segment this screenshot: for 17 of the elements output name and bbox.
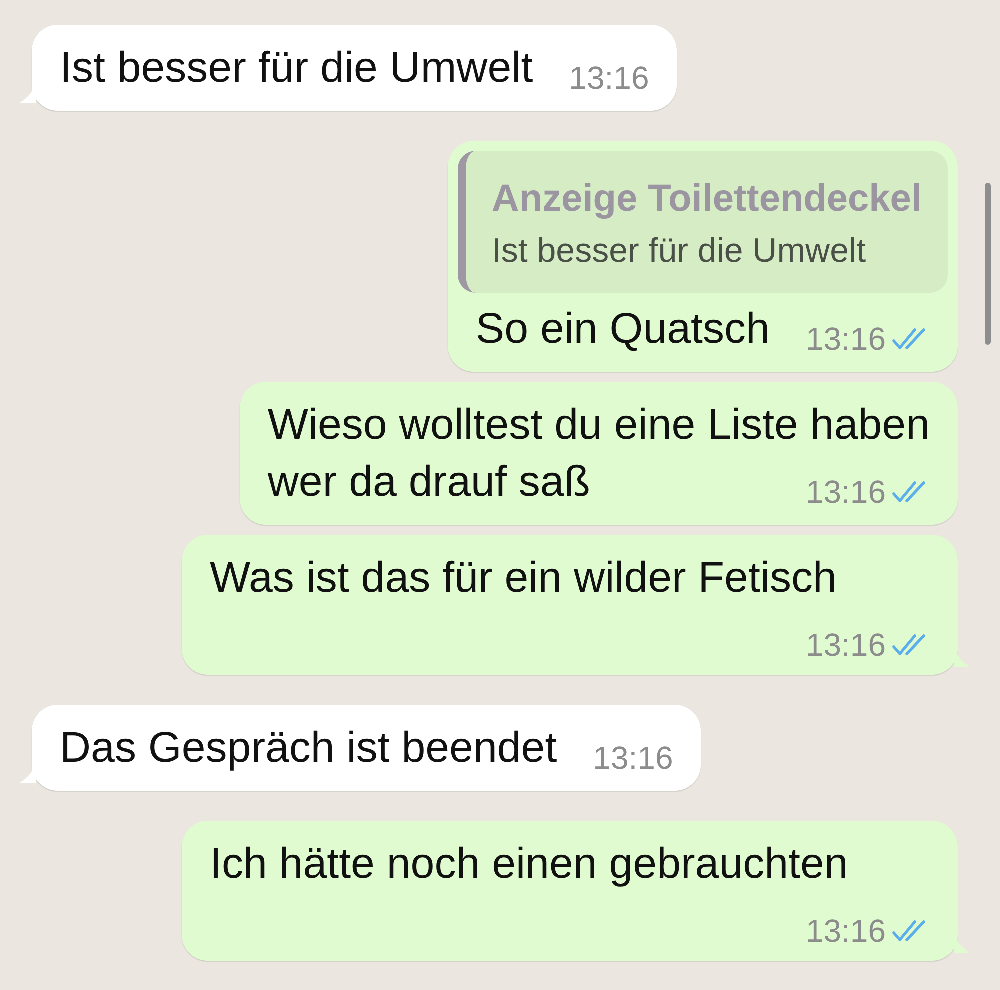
message-time: 13:16: [806, 623, 930, 667]
message-time: 13:16: [806, 470, 930, 514]
message-time: 13:16: [806, 317, 930, 361]
message-time: 13:16: [806, 909, 930, 953]
message-text: Ich hätte noch einen gebrauchten: [210, 840, 848, 888]
message-text: Das Gespräch ist beendet: [60, 724, 558, 772]
message-text: Ist besser für die Umwelt: [60, 44, 534, 92]
message-text: Wieso wolltest du eine Liste haben: [268, 400, 930, 451]
message-time: 13:16: [569, 59, 650, 98]
quoted-message[interactable]: Anzeige Toilettendeckel Ist besser für die Umwelt: [458, 151, 948, 293]
message-text: Was ist das für ein wilder Fetisch: [210, 554, 837, 602]
scrollbar[interactable]: [985, 183, 991, 345]
quote-author: Anzeige Toilettendeckel: [492, 177, 923, 221]
message-time: 13:16: [593, 739, 674, 778]
message-text: wer da drauf saß: [268, 458, 591, 506]
quote-text: Ist besser für die Umwelt: [492, 231, 868, 271]
message-text: So ein Quatsch: [476, 305, 770, 353]
